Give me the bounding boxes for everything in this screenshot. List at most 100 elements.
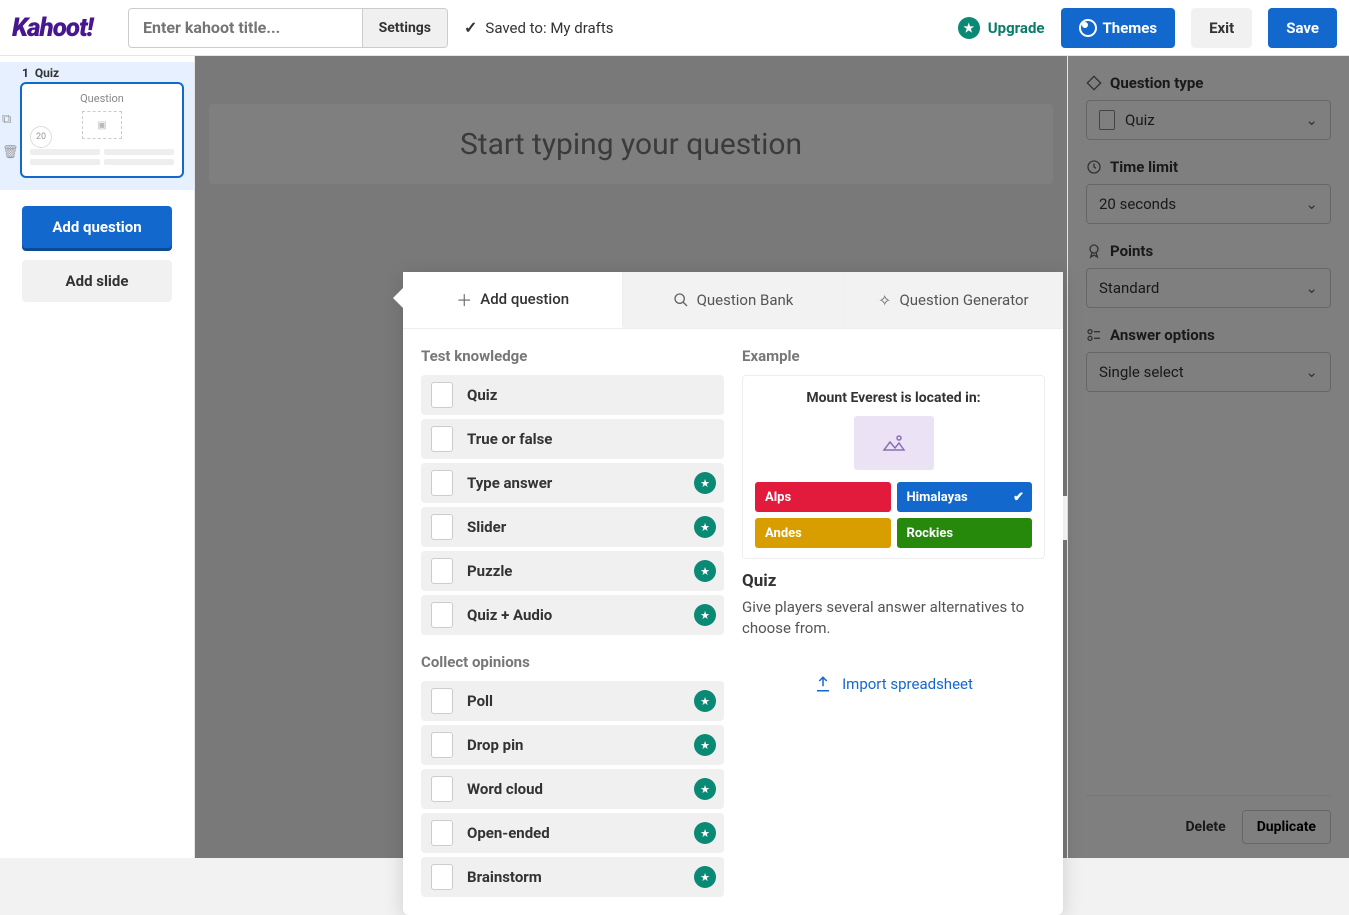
add-question-button[interactable]: Add question: [22, 206, 172, 248]
slide-title: Question: [30, 92, 174, 105]
question-type-option[interactable]: Quiz: [421, 375, 724, 415]
qtype-icon: [431, 558, 453, 584]
kahoot-logo: Kahoot!: [12, 11, 112, 45]
themes-label: Themes: [1103, 19, 1158, 37]
slide-tools: ⧉ 🗑: [2, 112, 19, 160]
qtype-label: True or false: [467, 430, 552, 448]
duplicate-slide-icon[interactable]: ⧉: [2, 112, 19, 127]
qtype-label: Quiz: [467, 386, 497, 404]
question-type-option[interactable]: Puzzle ★: [421, 551, 724, 591]
palette-icon: [1079, 19, 1097, 37]
star-icon: ★: [958, 17, 980, 39]
delete-slide-icon[interactable]: 🗑: [2, 145, 19, 160]
kahoot-title-input[interactable]: [129, 18, 362, 37]
question-type-option[interactable]: Poll ★: [421, 681, 724, 721]
add-slide-button[interactable]: Add slide: [22, 260, 172, 302]
premium-star-icon: ★: [694, 560, 716, 582]
save-button[interactable]: Save: [1268, 8, 1337, 48]
example-question: Mount Everest is located in:: [755, 390, 1032, 406]
qtype-label: Type answer: [467, 474, 552, 492]
saved-label: Saved to: My drafts: [485, 19, 613, 37]
answer-previews: [30, 159, 174, 165]
qtype-icon: [431, 470, 453, 496]
premium-star-icon: ★: [694, 604, 716, 626]
exit-button[interactable]: Exit: [1191, 8, 1252, 48]
settings-button[interactable]: Settings: [362, 9, 447, 47]
example-column: Example Mount Everest is located in: Alp…: [742, 347, 1045, 897]
qtype-icon: [431, 688, 453, 714]
check-icon: ✔: [1013, 490, 1024, 505]
qtype-label: Open-ended: [467, 824, 550, 842]
section-title: Collect opinions: [421, 653, 724, 671]
question-type-option[interactable]: Quiz + Audio ★: [421, 595, 724, 635]
example-answer: Himalayas✔: [897, 482, 1033, 512]
example-answer: Alps: [755, 482, 891, 512]
tab-label: Question Bank: [697, 291, 794, 309]
qtype-icon: [431, 382, 453, 408]
question-type-option[interactable]: Type answer ★: [421, 463, 724, 503]
qtype-icon: [431, 426, 453, 452]
qtype-icon: [431, 864, 453, 890]
premium-star-icon: ★: [694, 472, 716, 494]
slide-label: 1 Quiz: [20, 66, 184, 80]
themes-button[interactable]: Themes: [1061, 8, 1176, 48]
tab-question-generator[interactable]: ✧ Question Generator: [844, 272, 1063, 328]
qtype-icon: [431, 820, 453, 846]
example-card: Mount Everest is located in: AlpsHimalay…: [742, 375, 1045, 559]
question-type-option[interactable]: Slider ★: [421, 507, 724, 547]
tab-label: Add question: [480, 290, 569, 308]
add-question-dialog: ＋ Add question Question Bank ✧ Question …: [403, 272, 1063, 915]
question-type-option[interactable]: Word cloud ★: [421, 769, 724, 809]
question-type-option[interactable]: Drop pin ★: [421, 725, 724, 765]
qtype-label: Quiz + Audio: [467, 606, 552, 624]
saved-status: ✓ Saved to: My drafts: [464, 18, 614, 37]
answer-previews: [30, 149, 174, 155]
import-label: Import spreadsheet: [842, 675, 973, 693]
qtype-label: Slider: [467, 518, 506, 536]
premium-star-icon: ★: [694, 778, 716, 800]
upload-icon: [814, 675, 832, 693]
question-types-column: Test knowledge Quiz True or false Type ans…: [421, 347, 724, 897]
image-placeholder-icon: ▣: [82, 111, 122, 139]
slide-index: 1: [22, 66, 29, 80]
timer-badge: 20: [30, 126, 52, 148]
qtype-icon: [431, 776, 453, 802]
plus-icon: ＋: [456, 287, 472, 311]
example-answer: Rockies: [897, 518, 1033, 548]
slide-type: Quiz: [35, 66, 59, 80]
qtype-label: Word cloud: [467, 780, 543, 798]
example-answer: Andes: [755, 518, 891, 548]
question-type-option[interactable]: Open-ended ★: [421, 813, 724, 853]
qtype-label: Brainstorm: [467, 868, 542, 886]
qtype-label: Puzzle: [467, 562, 512, 580]
example-heading: Example: [742, 347, 1045, 365]
premium-star-icon: ★: [694, 690, 716, 712]
dialog-tabs: ＋ Add question Question Bank ✧ Question …: [403, 272, 1063, 329]
wand-icon: ✧: [878, 291, 891, 310]
example-type-title: Quiz: [742, 571, 1045, 591]
qtype-icon: [431, 602, 453, 628]
qtype-label: Drop pin: [467, 736, 523, 754]
section-title: Test knowledge: [421, 347, 724, 365]
upgrade-link[interactable]: ★ Upgrade: [958, 17, 1045, 39]
dialog-arrow: [393, 288, 403, 308]
qtype-icon: [431, 732, 453, 758]
upgrade-label: Upgrade: [988, 19, 1045, 37]
tab-question-bank[interactable]: Question Bank: [623, 272, 843, 328]
qtype-icon: [431, 514, 453, 540]
example-image-placeholder: [854, 416, 934, 470]
search-icon: [673, 292, 689, 308]
import-spreadsheet-link[interactable]: Import spreadsheet: [742, 675, 1045, 693]
slide-thumbnail[interactable]: Question 20 ▣: [20, 82, 184, 178]
question-type-option[interactable]: True or false: [421, 419, 724, 459]
question-type-option[interactable]: Brainstorm★: [421, 857, 724, 897]
slide-sidebar: 1 Quiz ⧉ 🗑 Question 20 ▣ Add question Ad…: [0, 56, 195, 858]
premium-star-icon: ★: [694, 516, 716, 538]
premium-star-icon: ★: [694, 734, 716, 756]
premium-star-icon: ★: [694, 822, 716, 844]
settings-sidebar: Question type Quiz ⌄ Time limit 20 secon…: [1067, 56, 1349, 858]
app-header: Kahoot! Settings ✓ Saved to: My drafts ★…: [0, 0, 1349, 56]
tab-add-question[interactable]: ＋ Add question: [403, 272, 623, 328]
qtype-label: Poll: [467, 692, 493, 710]
sidebar-overlay: [1068, 56, 1349, 858]
